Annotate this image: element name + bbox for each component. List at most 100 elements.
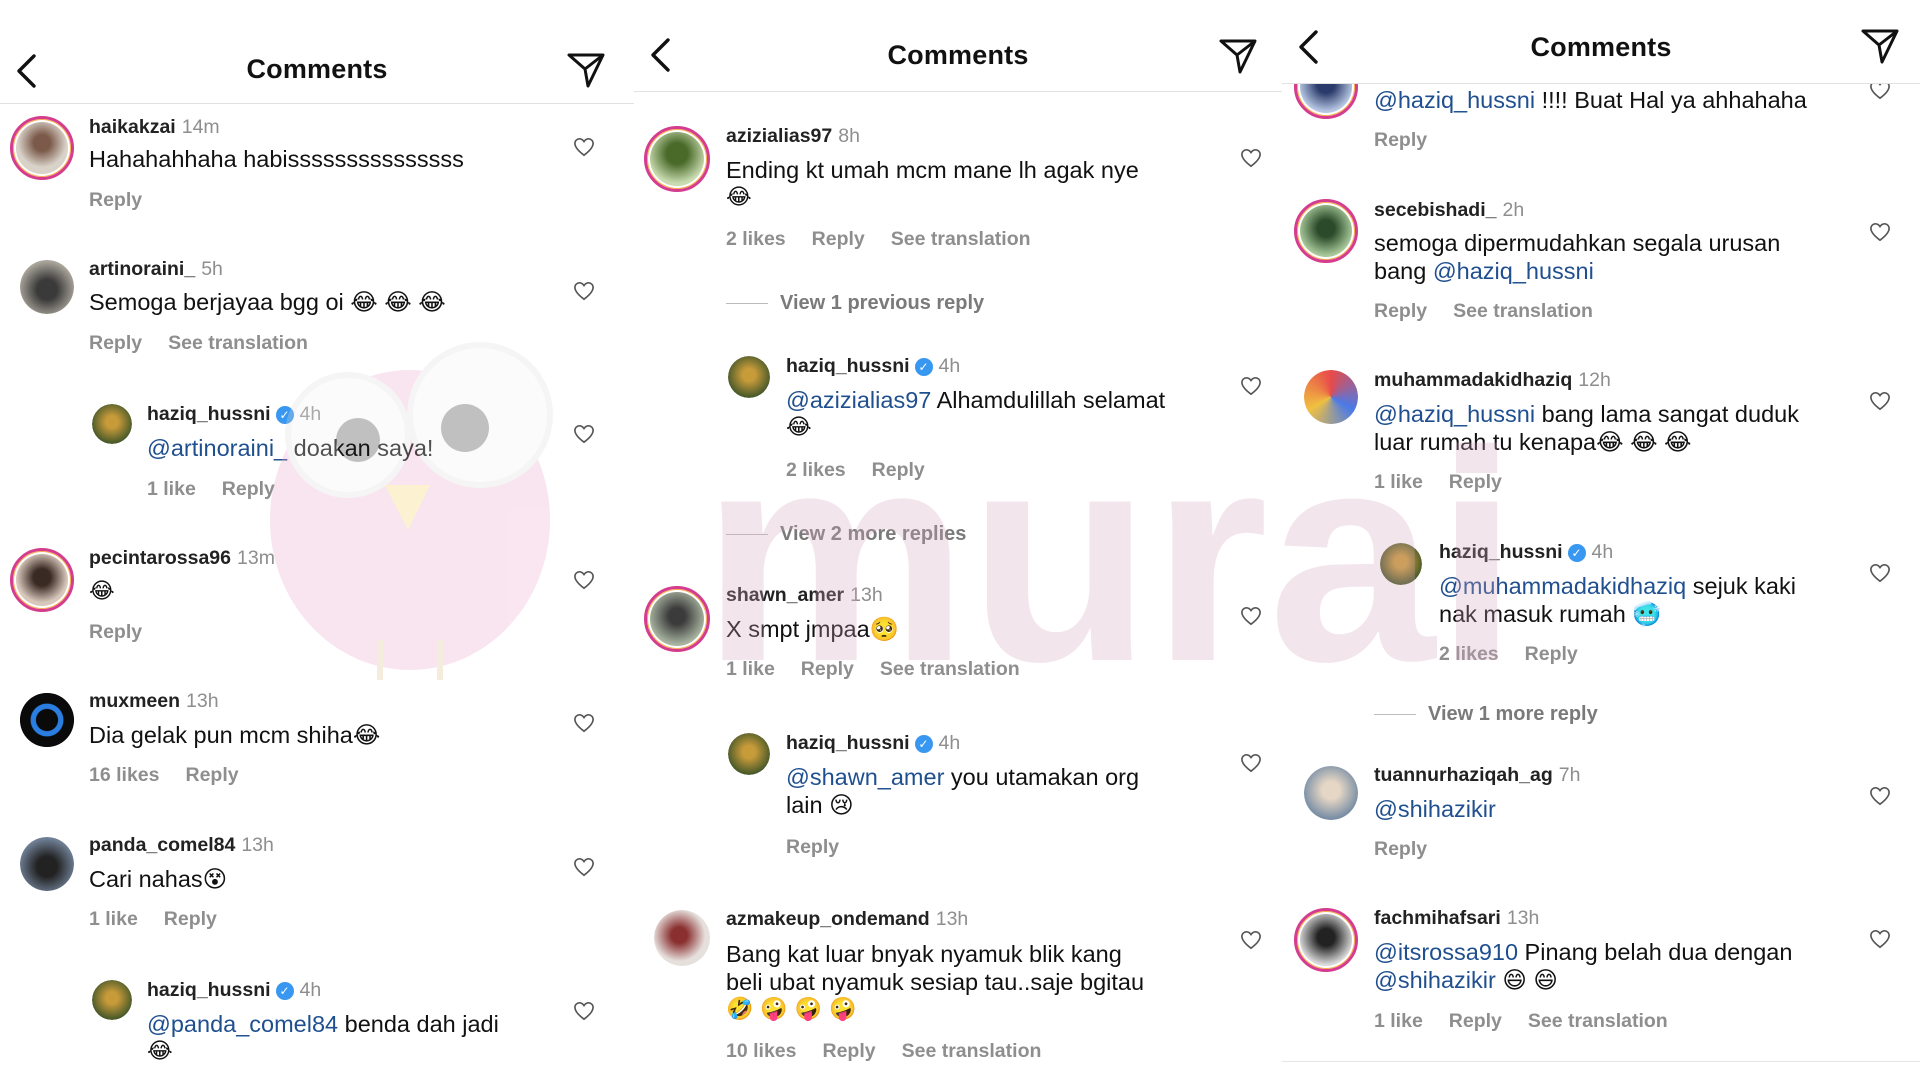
avatar[interactable]	[728, 733, 770, 775]
mention-link[interactable]: @artinoraini_	[147, 435, 287, 461]
reply-button[interactable]: Reply	[1374, 129, 1427, 151]
avatar[interactable]	[644, 126, 710, 192]
view-more-replies[interactable]: View 2 more replies	[726, 523, 966, 546]
avatar[interactable]	[1304, 766, 1358, 820]
likes-count[interactable]: 1 like	[726, 658, 775, 680]
heart-icon[interactable]	[1240, 753, 1262, 773]
username[interactable]: muxmeen	[89, 690, 180, 712]
heart-icon[interactable]	[573, 137, 595, 157]
reply-button[interactable]: Reply	[164, 908, 217, 930]
likes-count[interactable]: 10 likes	[726, 1040, 796, 1062]
reply-button[interactable]: Reply	[822, 1040, 875, 1062]
username[interactable]: haziq_hussni	[1439, 541, 1563, 563]
mention-link[interactable]: @shawn_amer	[786, 764, 944, 790]
reply-button[interactable]: Reply	[89, 621, 142, 643]
avatar[interactable]	[1294, 908, 1358, 972]
reply-button[interactable]: Reply	[89, 332, 142, 354]
reply-button[interactable]: Reply	[786, 836, 839, 858]
send-direct-icon[interactable]	[1218, 36, 1258, 76]
username[interactable]: pecintarossa96	[89, 547, 231, 569]
avatar[interactable]	[1294, 199, 1358, 263]
mention-link[interactable]: @muhammadakidhaziq	[1439, 573, 1686, 599]
username[interactable]: haikakzai	[89, 116, 176, 138]
reply-button[interactable]: Reply	[1374, 300, 1427, 322]
reply-button[interactable]: Reply	[1449, 1010, 1502, 1032]
likes-count[interactable]: 1 like	[147, 478, 196, 500]
reply-button[interactable]: Reply	[1374, 838, 1427, 860]
send-direct-icon[interactable]	[566, 50, 606, 90]
see-translation-button[interactable]: See translation	[1528, 1010, 1668, 1032]
mention-link[interactable]: @shihazikir	[1374, 796, 1496, 822]
avatar[interactable]	[92, 404, 132, 444]
see-translation-button[interactable]: See translation	[1453, 300, 1593, 322]
mention-link[interactable]: @itsrossa910	[1374, 939, 1518, 965]
avatar[interactable]	[654, 910, 710, 966]
username[interactable]: haziq_hussni	[786, 732, 910, 754]
likes-count[interactable]: 2 likes	[786, 459, 846, 481]
heart-icon[interactable]	[1869, 786, 1891, 806]
heart-icon[interactable]	[1240, 930, 1262, 950]
see-translation-button[interactable]: See translation	[168, 332, 308, 354]
username[interactable]: tuannurhaziqah_ag	[1374, 764, 1553, 786]
reply-button[interactable]: Reply	[89, 189, 142, 211]
avatar[interactable]	[1304, 370, 1358, 424]
avatar[interactable]	[1380, 543, 1422, 585]
heart-icon[interactable]	[573, 570, 595, 590]
username[interactable]: artinoraini_	[89, 258, 195, 280]
heart-icon[interactable]	[573, 857, 595, 877]
heart-icon[interactable]	[1869, 929, 1891, 949]
reply-button[interactable]: Reply	[801, 658, 854, 680]
username[interactable]: haziq_hussni	[147, 979, 271, 1001]
see-translation-button[interactable]: See translation	[891, 228, 1031, 250]
avatar[interactable]	[20, 260, 74, 314]
likes-count[interactable]: 1 like	[89, 908, 138, 930]
heart-icon[interactable]	[1869, 563, 1891, 583]
mention-link[interactable]: @panda_comel84	[147, 1011, 338, 1037]
likes-count[interactable]: 16 likes	[89, 764, 159, 786]
heart-icon[interactable]	[1869, 391, 1891, 411]
see-translation-button[interactable]: See translation	[902, 1040, 1042, 1062]
heart-icon[interactable]	[1869, 222, 1891, 242]
likes-count[interactable]: 1 like	[1374, 471, 1423, 493]
send-direct-icon[interactable]	[1860, 26, 1900, 66]
username[interactable]: haziq_hussni	[147, 403, 271, 425]
avatar[interactable]	[10, 548, 74, 612]
see-translation-button[interactable]: See translation	[880, 658, 1020, 680]
username[interactable]: secebishadi_	[1374, 199, 1496, 221]
username[interactable]: shawn_amer	[726, 584, 844, 606]
mention-link[interactable]: @haziq_hussni	[1374, 87, 1535, 113]
reply-button[interactable]: Reply	[185, 764, 238, 786]
mention-link[interactable]: @haziq_hussni	[1374, 401, 1535, 427]
mention-link[interactable]: @azizialias97	[786, 387, 931, 413]
likes-count[interactable]: 1 like	[1374, 1010, 1423, 1032]
username[interactable]: azmakeup_ondemand	[726, 908, 930, 930]
heart-icon[interactable]	[573, 713, 595, 733]
avatar[interactable]	[644, 586, 710, 652]
username[interactable]: azizialias97	[726, 125, 832, 147]
likes-count[interactable]: 2 likes	[726, 228, 786, 250]
reply-button[interactable]: Reply	[872, 459, 925, 481]
username[interactable]: fachmihafsari	[1374, 907, 1501, 929]
heart-icon[interactable]	[573, 281, 595, 301]
heart-icon[interactable]	[573, 424, 595, 444]
username[interactable]: panda_comel84	[89, 834, 235, 856]
view-previous-replies[interactable]: View 1 previous reply	[726, 292, 984, 315]
username[interactable]: haziq_hussni	[786, 355, 910, 377]
heart-icon[interactable]	[1240, 148, 1262, 168]
heart-icon[interactable]	[1240, 606, 1262, 626]
view-more-replies[interactable]: View 1 more reply	[1374, 703, 1598, 726]
likes-count[interactable]: 2 likes	[1439, 643, 1499, 665]
avatar[interactable]	[728, 356, 770, 398]
reply-button[interactable]: Reply	[1449, 471, 1502, 493]
reply-button[interactable]: Reply	[1525, 643, 1578, 665]
reply-button[interactable]: Reply	[222, 478, 275, 500]
mention-link[interactable]: @shihazikir	[1374, 967, 1496, 993]
avatar[interactable]	[92, 980, 132, 1020]
heart-icon[interactable]	[1240, 376, 1262, 396]
reply-button[interactable]: Reply	[812, 228, 865, 250]
heart-icon[interactable]	[573, 1001, 595, 1021]
username[interactable]: muhammadakidhaziq	[1374, 369, 1572, 391]
avatar[interactable]	[20, 693, 74, 747]
mention-link[interactable]: @haziq_hussni	[1433, 258, 1594, 284]
avatar[interactable]	[20, 837, 74, 891]
